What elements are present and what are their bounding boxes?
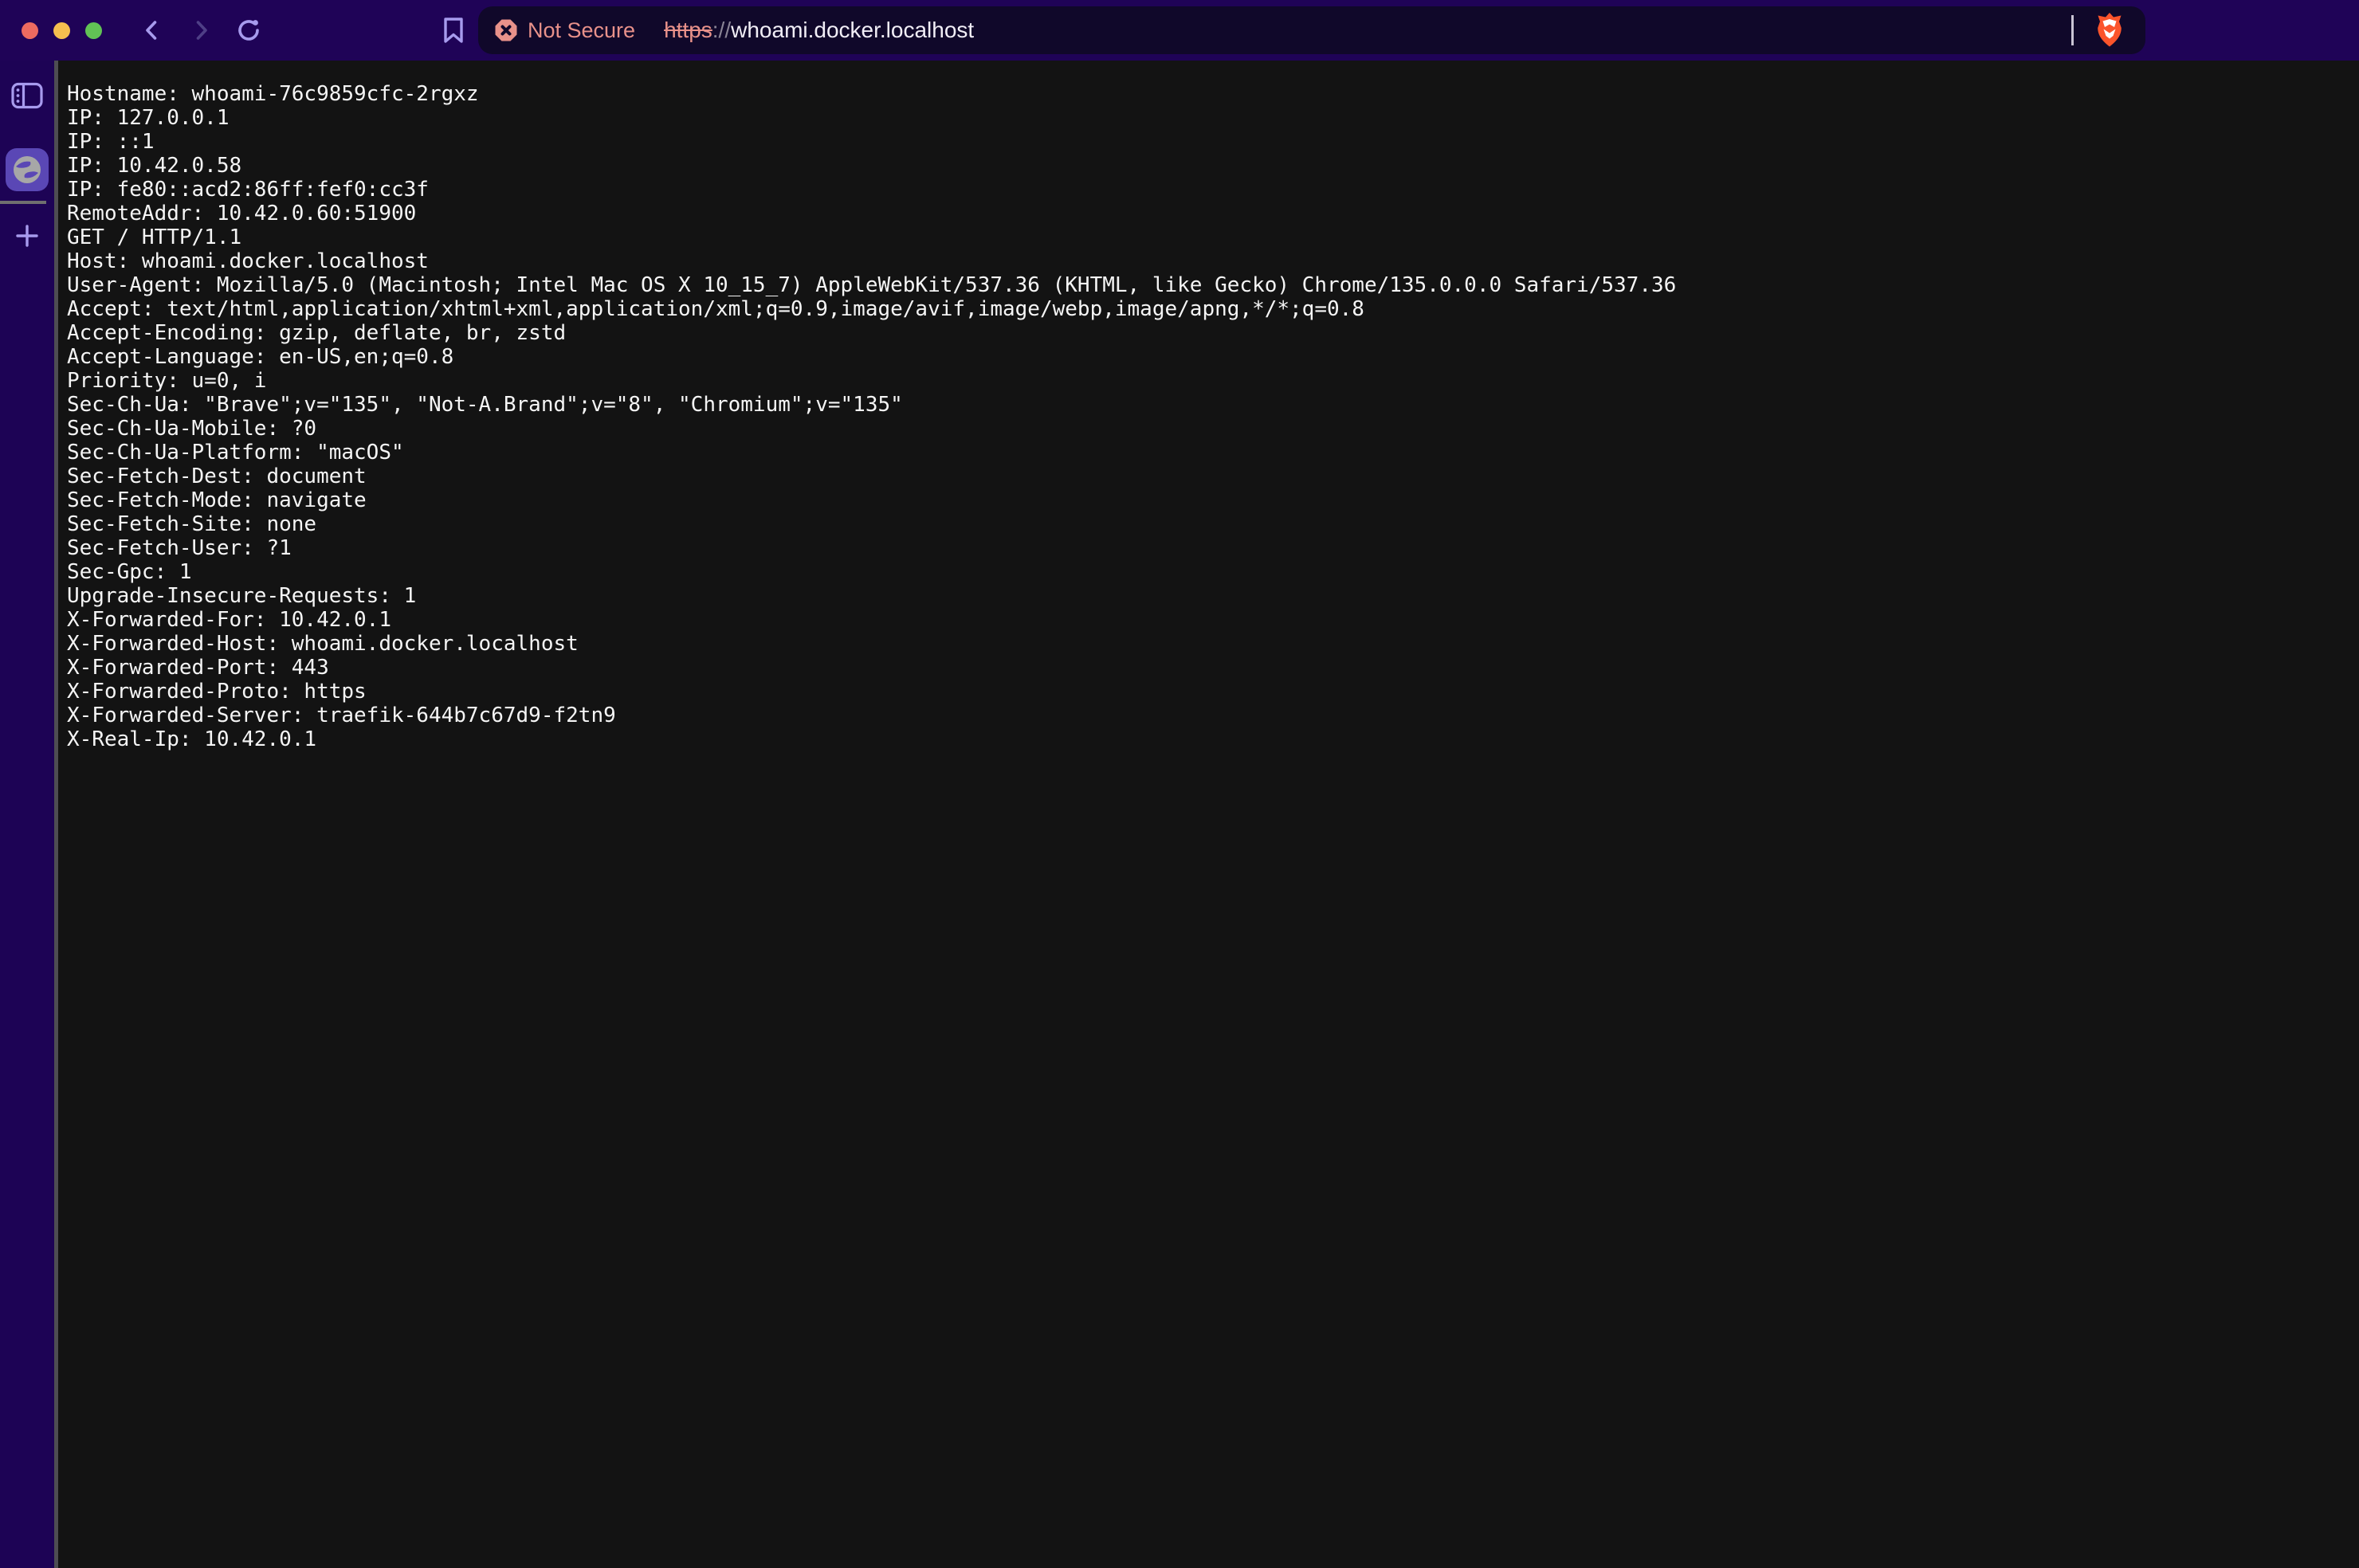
sidebar [0,61,54,1568]
url-scheme: https [664,18,712,43]
header-line: Upgrade-Insecure-Requests: 1 [67,584,2359,608]
forward-button[interactable] [185,14,217,46]
new-tab-button[interactable] [10,218,45,253]
header-line: Sec-Ch-Ua: "Brave";v="135", "Not-A.Brand… [67,393,2359,417]
header-line: Sec-Ch-Ua-Platform: "macOS" [67,441,2359,465]
header-line: Hostname: whoami-76c9859cfc-2rgxz [67,82,2359,106]
header-line: X-Forwarded-Host: whoami.docker.localhos… [67,632,2359,656]
browser-toolbar: Not Secure https :// whoami.docker.local… [0,0,2359,61]
header-line: Priority: u=0, i [67,369,2359,393]
bookmark-button[interactable] [438,14,469,46]
brave-shields-icon [2093,11,2126,49]
urlbar-separator [2071,15,2074,45]
reload-icon [235,16,264,45]
bookmark-icon [442,16,465,45]
address-bar[interactable]: Not Secure https :// whoami.docker.local… [478,6,2145,54]
globe-icon [11,154,43,186]
navigation-buttons [136,14,265,46]
fullscreen-window-button[interactable] [85,22,102,39]
sidebar-panel-icon [10,79,44,112]
plus-icon [14,222,41,249]
security-badge: Not Secure [528,18,635,43]
header-line: Sec-Fetch-User: ?1 [67,536,2359,560]
reload-button[interactable] [234,14,265,46]
header-line: X-Forwarded-Proto: https [67,680,2359,704]
header-line: Sec-Ch-Ua-Mobile: ?0 [67,417,2359,441]
page-content: Hostname: whoami-76c9859cfc-2rgxzIP: 127… [58,61,2359,1568]
not-secure-icon [494,18,518,42]
header-line: Sec-Fetch-Mode: navigate [67,488,2359,512]
header-line: Accept: text/html,application/xhtml+xml,… [67,297,2359,321]
header-line: X-Forwarded-Server: traefik-644b7c67d9-f… [67,704,2359,727]
response-text: Hostname: whoami-76c9859cfc-2rgxzIP: 127… [67,82,2359,751]
header-line: IP: fe80::acd2:86ff:fef0:cc3f [67,178,2359,202]
forward-icon [187,17,214,44]
url-scheme-separator: :// [712,18,731,43]
window-controls [22,22,102,39]
header-line: User-Agent: Mozilla/5.0 (Macintosh; Inte… [67,273,2359,297]
brave-shields-button[interactable] [2091,11,2128,49]
header-line: IP: 10.42.0.58 [67,154,2359,178]
header-line: GET / HTTP/1.1 [67,225,2359,249]
header-line: X-Forwarded-Port: 443 [67,656,2359,680]
header-line: X-Real-Ip: 10.42.0.1 [67,727,2359,751]
header-line: RemoteAddr: 10.42.0.60:51900 [67,202,2359,225]
header-line: Sec-Fetch-Site: none [67,512,2359,536]
back-button[interactable] [136,14,168,46]
sidebar-toggle-button[interactable] [10,78,45,113]
header-line: Sec-Fetch-Dest: document [67,465,2359,488]
url-host: whoami.docker.localhost [731,18,974,43]
minimize-window-button[interactable] [53,22,70,39]
header-line: Accept-Encoding: gzip, deflate, br, zstd [67,321,2359,345]
header-line: IP: 127.0.0.1 [67,106,2359,130]
close-window-button[interactable] [22,22,38,39]
header-line: Accept-Language: en-US,en;q=0.8 [67,345,2359,369]
back-icon [139,17,166,44]
header-line: X-Forwarded-For: 10.42.0.1 [67,608,2359,632]
header-line: Host: whoami.docker.localhost [67,249,2359,273]
header-line: IP: ::1 [67,130,2359,154]
sidebar-divider [0,201,46,204]
sidebar-item-active-tab[interactable] [6,148,49,191]
header-line: Sec-Gpc: 1 [67,560,2359,584]
